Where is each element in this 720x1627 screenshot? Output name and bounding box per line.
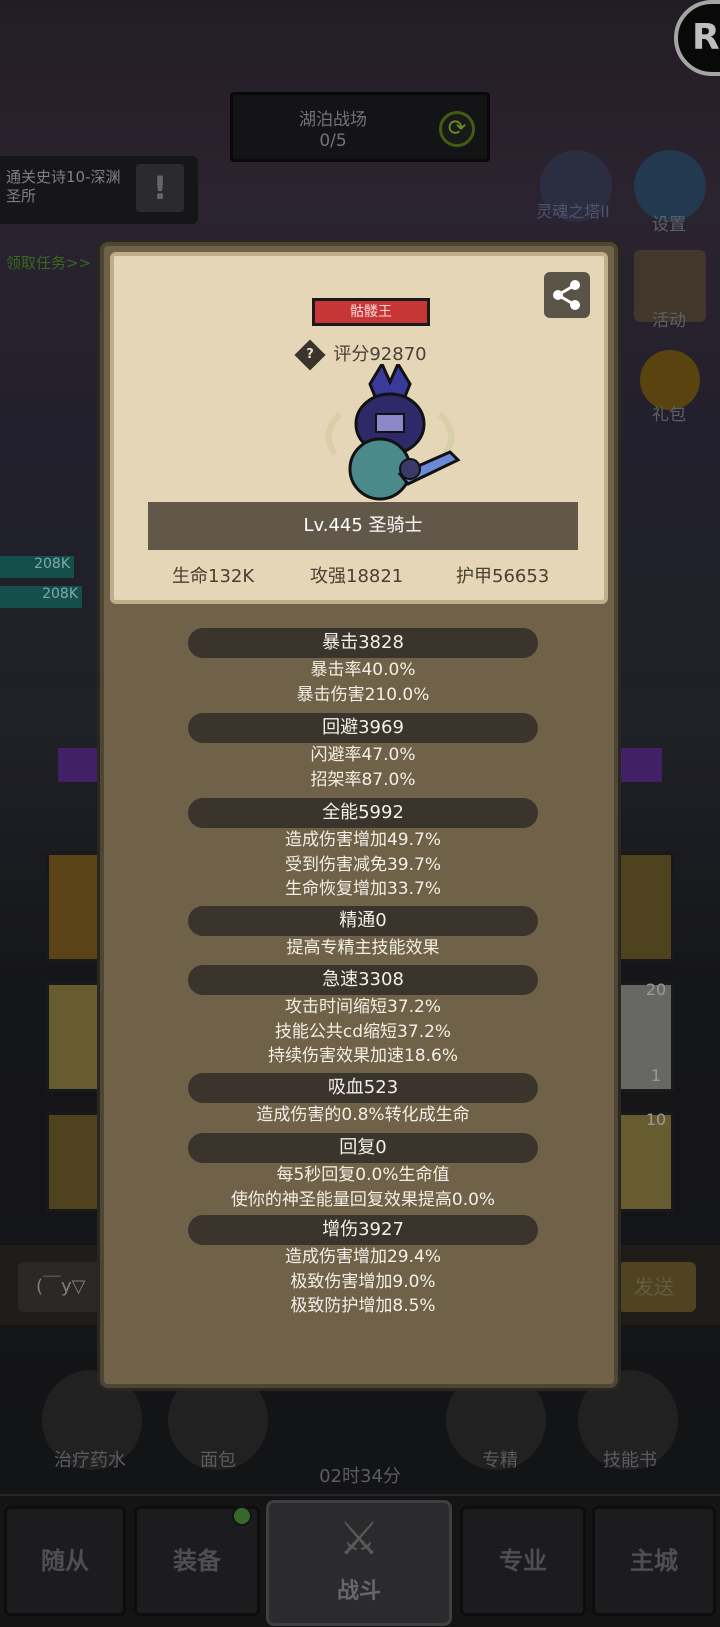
stat-header: 增伤3927	[188, 1215, 538, 1245]
stat-detail: 每5秒回复0.0%生命值	[276, 1165, 450, 1185]
score-text: 评分92870	[333, 344, 427, 365]
armor-stat: 护甲56653	[456, 566, 550, 587]
stat-header: 回复0	[188, 1133, 538, 1163]
stat-detail: 闪避率47.0%	[310, 745, 416, 765]
hero-card: 骷髅王 ? 评分92870 Lv.445 圣骑士 生命132K 攻强18821 护…	[110, 252, 608, 604]
stat-detail: 持续伤害效果加速18.6%	[267, 1046, 458, 1066]
stat-section: 回避3969 闪避率47.0% 招架率87.0%	[104, 713, 622, 792]
hero-stats-modal: 骷髅王 ? 评分92870 Lv.445 圣骑士 生命132K 攻强18821 护…	[100, 242, 618, 1388]
stat-detail: 造成伤害的0.8%转化成生命	[256, 1105, 470, 1125]
hero-portrait	[310, 360, 470, 504]
stat-section: 暴击3828 暴击率40.0% 暴击伤害210.0%	[104, 628, 622, 707]
stat-section: 回复0 每5秒回复0.0%生命值使你的神圣能量回复效果提高0.0%	[104, 1133, 622, 1212]
stat-section: 急速3308 攻击时间缩短37.2% 技能公共cd缩短37.2% 持续伤害效果加速18…	[104, 965, 622, 1069]
attack-stat: 攻强18821	[310, 566, 404, 587]
stat-detail: 造成伤害增加49.7%	[284, 830, 441, 850]
basic-stats: 生命132K 攻强18821 护甲56653	[114, 562, 612, 592]
stat-header: 暴击3828	[188, 628, 538, 658]
stat-header: 急速3308	[188, 965, 538, 995]
stat-header: 回避3969	[188, 713, 538, 743]
hero-name: 骷髅王	[312, 298, 430, 326]
stat-section: 增伤3927 造成伤害增加29.4% 极致伤害增加9.0% 极致防护增加8.5%	[104, 1215, 622, 1319]
share-icon[interactable]	[544, 272, 590, 318]
stat-detail: 暴击伤害210.0%	[296, 684, 430, 705]
stat-detail: 技能公共cd缩短37.2%	[274, 1021, 452, 1042]
level-class-bar: Lv.445 圣骑士	[148, 502, 578, 550]
stat-detail: 暴击率40.0%	[310, 660, 416, 680]
stat-detail: 攻击时间缩短37.2%	[284, 997, 441, 1017]
stat-detail: 提高专精主技能效果	[286, 938, 440, 958]
hp-stat: 生命132K	[172, 566, 255, 587]
stat-section: 全能5992 造成伤害增加49.7% 受到伤害减免39.7% 生命恢复增加33.7%	[104, 798, 622, 902]
stat-detail: 极致伤害增加9.0%	[290, 1271, 436, 1292]
stat-detail: 使你的神圣能量回复效果提高0.0%	[230, 1189, 496, 1210]
stat-detail: 极致防护增加8.5%	[290, 1296, 436, 1316]
stat-section: 精通0 提高专精主技能效果	[104, 906, 622, 961]
stat-detail: 招架率87.0%	[310, 769, 416, 790]
stat-header: 精通0	[188, 906, 538, 936]
hero-score: ? 评分92870	[114, 339, 612, 371]
stat-header: 全能5992	[188, 798, 538, 828]
stat-detail: 造成伤害增加29.4%	[284, 1247, 441, 1267]
stat-header: 吸血523	[188, 1073, 538, 1103]
stat-section: 吸血523 造成伤害的0.8%转化成生命	[104, 1073, 622, 1128]
stat-detail: 生命恢复增加33.7%	[284, 879, 441, 899]
stat-detail: 受到伤害减免39.7%	[284, 854, 441, 875]
